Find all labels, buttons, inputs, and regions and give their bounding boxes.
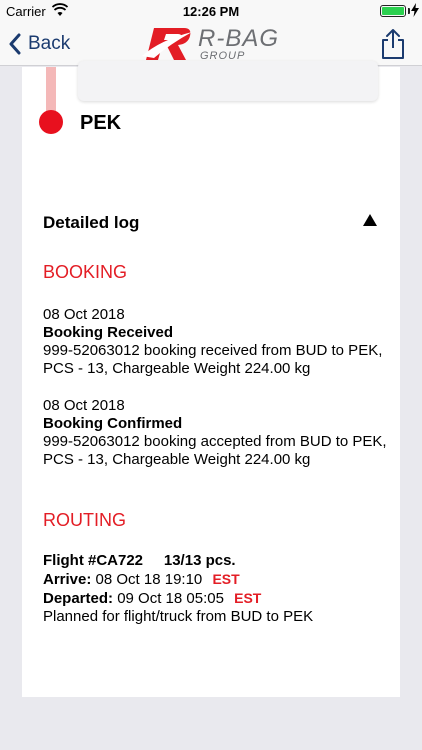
back-button[interactable]: Back bbox=[8, 30, 70, 58]
shipment-card: PEK Detailed log BOOKING 08 Oct 2018 Boo… bbox=[22, 61, 400, 697]
routing-entry: Flight #CA722 13/13 pcs. Arrive: 08 Oct … bbox=[43, 552, 388, 626]
collapse-triangle-icon[interactable] bbox=[362, 213, 378, 227]
back-label: Back bbox=[28, 33, 71, 54]
routing-note: Planned for flight/truck from BUD to PEK bbox=[43, 608, 314, 625]
departed-timezone: EST bbox=[234, 590, 262, 606]
entry-event: Booking Received bbox=[43, 324, 174, 341]
battery-icon bbox=[380, 5, 406, 17]
flight-line: Flight #CA722 13/13 pcs. bbox=[43, 552, 388, 570]
routing-section-title: ROUTING bbox=[43, 510, 126, 530]
arrive-timezone: EST bbox=[212, 571, 240, 587]
flight-number: Flight #CA722 bbox=[43, 552, 144, 569]
departed-line: Departed: 09 Oct 18 05:05 EST bbox=[43, 589, 388, 608]
share-icon[interactable] bbox=[380, 28, 406, 60]
rbag-logo-mark bbox=[142, 28, 192, 60]
departed-value: 09 Oct 18 05:05 bbox=[117, 590, 224, 607]
entry-detail: 999-52063012 booking accepted from BUD t… bbox=[43, 433, 387, 468]
entry-event: Booking Confirmed bbox=[43, 415, 183, 432]
entry-date: 08 Oct 2018 bbox=[43, 306, 125, 323]
arrive-line: Arrive: 08 Oct 18 19:10 EST bbox=[43, 570, 388, 589]
entry-date: 08 Oct 2018 bbox=[43, 397, 125, 414]
log-entry: 08 Oct 2018 Booking Confirmed 999-520630… bbox=[43, 397, 388, 469]
status-bar: Carrier 12:26 PM bbox=[0, 0, 422, 22]
timeline-connector bbox=[46, 67, 56, 113]
entry-detail: 999-52063012 booking received from BUD t… bbox=[43, 342, 383, 377]
departed-label: Departed: bbox=[43, 590, 114, 607]
timeline-dot bbox=[39, 110, 63, 134]
rbag-logo: R-BAG GROUP bbox=[140, 24, 290, 64]
navigation-bar: Back R-BAG GROUP bbox=[0, 22, 422, 66]
battery-tip bbox=[408, 8, 410, 14]
booking-section-title: BOOKING bbox=[43, 262, 128, 282]
clock: 12:26 PM bbox=[182, 4, 240, 19]
arrive-value: 08 Oct 18 19:10 bbox=[95, 571, 203, 588]
charging-icon bbox=[411, 3, 419, 17]
detailed-log-header[interactable]: Detailed log bbox=[43, 213, 139, 233]
chevron-left-icon bbox=[9, 33, 21, 55]
flight-pieces: 13/13 pcs. bbox=[163, 552, 236, 569]
arrive-label: Arrive: bbox=[43, 571, 92, 588]
destination-label: PEK bbox=[80, 112, 122, 134]
log-entry: 08 Oct 2018 Booking Received 999-5206301… bbox=[43, 306, 388, 378]
logo-name: R-BAG bbox=[198, 25, 280, 52]
previous-stop-row bbox=[78, 61, 378, 101]
